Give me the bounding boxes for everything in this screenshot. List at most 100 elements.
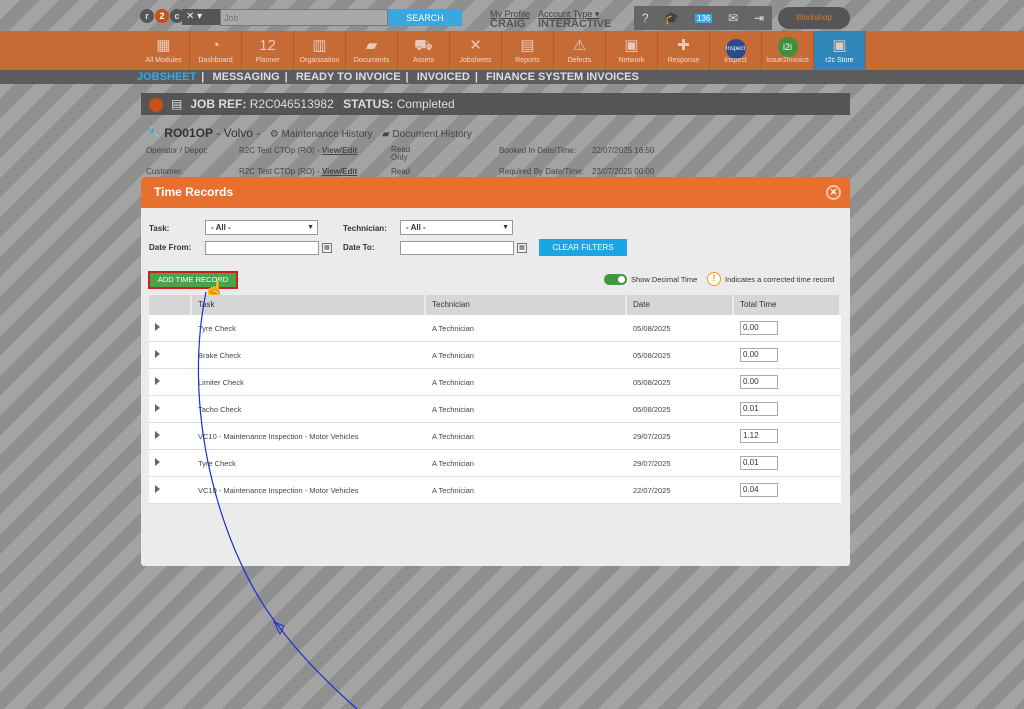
technician-filter-select[interactable]: - All - ▼ bbox=[400, 220, 513, 235]
total-time-input[interactable]: 0.01 bbox=[740, 456, 778, 470]
task-column-header[interactable]: Task bbox=[192, 295, 426, 315]
expand-arrow-icon[interactable] bbox=[155, 377, 160, 385]
total-time-column-header[interactable]: Total Time bbox=[734, 295, 841, 315]
subnav-messaging[interactable]: MESSAGING bbox=[212, 71, 279, 83]
store-icon: ▣ bbox=[832, 37, 847, 54]
module-inspect[interactable]: Inspect Inspect bbox=[710, 31, 762, 70]
table-row[interactable]: Tacho Check A Technician 05/08/2025 0.01 bbox=[149, 396, 841, 423]
decimal-time-label: Show Decimal Time bbox=[631, 275, 698, 284]
module-jobsheets[interactable]: ✕ Jobsheets bbox=[450, 31, 502, 70]
customer-name: R2C Test CTOp (RO) bbox=[239, 167, 315, 176]
graduation-cap-icon[interactable]: 🎓 bbox=[664, 11, 679, 25]
notification-badge[interactable]: 136 bbox=[695, 13, 713, 23]
module-all-modules[interactable]: ▦ All Modules bbox=[138, 31, 190, 70]
module-planner[interactable]: 12 Planner bbox=[242, 31, 294, 70]
total-time-input[interactable]: 1.12 bbox=[740, 429, 778, 443]
warning-icon: ⚠ bbox=[572, 37, 587, 54]
clear-filters-button[interactable]: CLEAR FILTERS bbox=[539, 239, 627, 256]
module-label: Dashboard bbox=[198, 57, 233, 64]
expand-arrow-icon[interactable] bbox=[155, 404, 160, 412]
row-expand[interactable] bbox=[149, 323, 192, 333]
technician-cell: A Technician bbox=[432, 404, 474, 414]
expand-arrow-icon[interactable] bbox=[155, 431, 160, 439]
table-row[interactable]: VC10 - Maintenance Inspection - Motor Ve… bbox=[149, 423, 841, 450]
logo-r: r bbox=[140, 9, 154, 23]
total-time-input[interactable]: 0.00 bbox=[740, 348, 778, 362]
search-button[interactable]: SEARCH bbox=[388, 9, 462, 26]
table-row[interactable]: Brake Check A Technician 05/08/2025 0.00 bbox=[149, 342, 841, 369]
table-row[interactable]: VC10 - Maintenance Inspection - Motor Ve… bbox=[149, 477, 841, 504]
task-filter-select[interactable]: - All - ▼ bbox=[205, 220, 318, 235]
total-time-input[interactable]: 0.01 bbox=[740, 402, 778, 416]
task-cell: Limiter Check bbox=[198, 377, 244, 387]
module-documents[interactable]: ▰ Documents bbox=[346, 31, 398, 70]
decimal-time-toggle[interactable] bbox=[604, 274, 627, 285]
inspect-icon: Inspect bbox=[710, 35, 761, 59]
module-label: Reports bbox=[515, 57, 540, 64]
module-assets[interactable]: ⛟ Assets bbox=[398, 31, 450, 70]
total-time-cell: 0.00 bbox=[734, 321, 841, 335]
mail-icon[interactable]: ✉ bbox=[728, 11, 738, 25]
subnav-invoiced[interactable]: INVOICED bbox=[417, 71, 470, 83]
row-expand[interactable] bbox=[149, 404, 192, 414]
module-label: Issue2Invoice bbox=[766, 57, 809, 64]
r2c-logo[interactable]: r 2 c bbox=[140, 9, 184, 23]
technician-column-header[interactable]: Technician bbox=[426, 295, 627, 315]
module-organisation[interactable]: ▥ Organisation bbox=[294, 31, 346, 70]
row-expand[interactable] bbox=[149, 377, 192, 387]
job-status: Completed bbox=[396, 97, 455, 111]
calendar-icon[interactable]: ▦ bbox=[322, 243, 332, 253]
expand-arrow-icon[interactable] bbox=[155, 350, 160, 358]
module-r2c-store[interactable]: ▣ r2c Store bbox=[814, 31, 866, 70]
calendar-icon[interactable]: ▦ bbox=[517, 243, 527, 253]
module-label: Organisation bbox=[299, 57, 340, 64]
logout-icon[interactable]: ⇥ bbox=[754, 11, 764, 25]
date-column-header[interactable]: Date bbox=[627, 295, 734, 315]
row-expand[interactable] bbox=[149, 485, 192, 495]
row-expand[interactable] bbox=[149, 458, 192, 468]
row-expand[interactable] bbox=[149, 350, 192, 360]
close-icon[interactable]: ✕ bbox=[826, 185, 841, 200]
required-label: Required By Date/Time: bbox=[499, 167, 585, 176]
help-icon[interactable]: ? bbox=[642, 11, 649, 25]
technician-cell: A Technician bbox=[432, 377, 474, 387]
date-cell: 05/08/2025 bbox=[633, 323, 671, 333]
expand-column-header bbox=[149, 295, 192, 315]
total-time-input[interactable]: 0.00 bbox=[740, 375, 778, 389]
total-time-input[interactable]: 0.04 bbox=[740, 483, 778, 497]
modal-title: Time Records bbox=[154, 185, 234, 199]
document-history-link[interactable]: ▰ Document History bbox=[382, 129, 472, 140]
account-type-menu[interactable]: Account Type ▾ INTERACTIVE bbox=[538, 9, 611, 30]
module-issue2invoice[interactable]: i2i Issue2Invoice bbox=[762, 31, 814, 70]
module-defects[interactable]: ⚠ Defects bbox=[554, 31, 606, 70]
table-row[interactable]: Tyre Check A Technician 05/08/2025 0.00 bbox=[149, 315, 841, 342]
subnav-ready-to-invoice[interactable]: READY TO INVOICE bbox=[296, 71, 401, 83]
workshop-button[interactable]: Workshop bbox=[778, 7, 850, 29]
expand-arrow-icon[interactable] bbox=[155, 485, 160, 493]
customer-view-edit-link[interactable]: View/Edit bbox=[322, 167, 357, 176]
maintenance-history-link[interactable]: ⚙ Maintenance History bbox=[270, 129, 373, 140]
subnav-finance-system-invoices[interactable]: FINANCE SYSTEM INVOICES bbox=[486, 71, 639, 83]
modal-header: Time Records ✕ bbox=[141, 177, 850, 208]
subnav-jobsheet[interactable]: JOBSHEET bbox=[137, 71, 196, 83]
module-dashboard[interactable]: ◔ Dashboard bbox=[190, 31, 242, 70]
task-cell: Tyre Check bbox=[198, 458, 236, 468]
module-reports[interactable]: ▤ Reports bbox=[502, 31, 554, 70]
table-row[interactable]: Tyre Check A Technician 29/07/2025 0.01 bbox=[149, 450, 841, 477]
table-row[interactable]: Limiter Check A Technician 05/08/2025 0.00 bbox=[149, 369, 841, 396]
module-network[interactable]: ▣ Network bbox=[606, 31, 658, 70]
total-time-input[interactable]: 0.00 bbox=[740, 321, 778, 335]
date-from-input[interactable] bbox=[205, 241, 319, 255]
tools-dropdown-icon[interactable]: ✕ ▾ bbox=[182, 9, 220, 25]
module-response[interactable]: ✚ Response bbox=[658, 31, 710, 70]
date-to-input[interactable] bbox=[400, 241, 514, 255]
module-label: r2c Store bbox=[825, 57, 854, 64]
booked-label: Booked In Date/Time: bbox=[499, 146, 577, 155]
search-input[interactable] bbox=[220, 9, 388, 26]
expand-arrow-icon[interactable] bbox=[155, 323, 160, 331]
operator-view-edit-link[interactable]: View/Edit bbox=[322, 146, 357, 155]
profile-menu[interactable]: My Profile CRAIG bbox=[490, 9, 530, 30]
expand-arrow-icon[interactable] bbox=[155, 458, 160, 466]
inspect-icon-glyph: Inspect bbox=[725, 39, 746, 59]
row-expand[interactable] bbox=[149, 431, 192, 441]
